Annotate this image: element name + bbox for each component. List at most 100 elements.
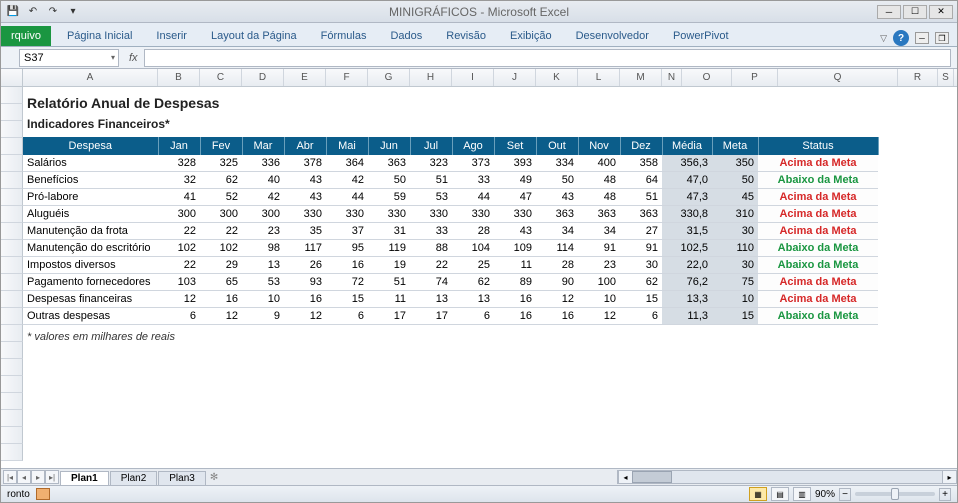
tab-dados[interactable]: Dados	[378, 26, 434, 46]
column-header[interactable]: B	[158, 69, 200, 86]
column-header[interactable]: G	[368, 69, 410, 86]
row-header[interactable]	[1, 172, 23, 189]
table-header: Status	[758, 137, 878, 155]
new-sheet-icon[interactable]: ✻	[210, 472, 218, 483]
sheet-tab[interactable]: Plan2	[110, 471, 158, 485]
help-icon[interactable]: ?	[893, 30, 909, 46]
minimize-button[interactable]: ─	[877, 5, 901, 19]
tab-nav-prev-icon[interactable]: ◂	[17, 470, 31, 484]
cell-value: 109	[494, 240, 536, 257]
tab-desenvolvedor[interactable]: Desenvolvedor	[564, 26, 661, 46]
column-header[interactable]: L	[578, 69, 620, 86]
window-min-icon[interactable]: ─	[915, 32, 929, 44]
formula-input[interactable]	[144, 49, 951, 67]
view-normal-icon[interactable]: ▦	[749, 487, 767, 501]
row-header[interactable]	[1, 240, 23, 257]
column-header[interactable]: S	[938, 69, 954, 86]
fx-icon[interactable]: fx	[129, 52, 138, 64]
column-header[interactable]: H	[410, 69, 452, 86]
row-header[interactable]	[1, 189, 23, 206]
column-header[interactable]: M	[620, 69, 662, 86]
row-header[interactable]	[1, 87, 23, 104]
table-header: Jun	[368, 137, 410, 155]
column-header[interactable]: R	[898, 69, 938, 86]
row-header[interactable]	[1, 257, 23, 274]
table-header: Nov	[578, 137, 620, 155]
cell-value: 27	[620, 223, 662, 240]
sheet-tab[interactable]: Plan1	[60, 471, 109, 485]
view-layout-icon[interactable]: ▤	[771, 487, 789, 501]
row-header[interactable]	[1, 325, 23, 342]
column-header[interactable]: F	[326, 69, 368, 86]
row-header[interactable]	[1, 223, 23, 240]
cell-value: 62	[620, 274, 662, 291]
tab-powerpivot[interactable]: PowerPivot	[661, 26, 741, 46]
column-header[interactable]: O	[682, 69, 732, 86]
view-pagebreak-icon[interactable]: ▥	[793, 487, 811, 501]
select-all-corner[interactable]	[1, 69, 23, 87]
tab-nav-last-icon[interactable]: ▸|	[45, 470, 59, 484]
tab-fórmulas[interactable]: Fórmulas	[309, 26, 379, 46]
redo-icon[interactable]: ↷	[45, 4, 61, 20]
row-header[interactable]	[1, 206, 23, 223]
tab-nav-next-icon[interactable]: ▸	[31, 470, 45, 484]
row-header[interactable]	[1, 104, 23, 121]
horizontal-scrollbar[interactable]: ◂ ▸	[617, 470, 957, 484]
tab-nav-first-icon[interactable]: |◂	[3, 470, 17, 484]
column-header[interactable]: E	[284, 69, 326, 86]
column-header[interactable]: J	[494, 69, 536, 86]
column-header[interactable]: D	[242, 69, 284, 86]
cells-area[interactable]: Relatório Anual de Despesas Indicadores …	[23, 87, 957, 343]
tab-layout-da-página[interactable]: Layout da Página	[199, 26, 309, 46]
scroll-thumb[interactable]	[632, 471, 672, 483]
cell-value: 40	[242, 172, 284, 189]
undo-icon[interactable]: ↶	[25, 4, 41, 20]
name-box[interactable]: S37	[19, 49, 119, 67]
row-header[interactable]	[1, 427, 23, 444]
row-header[interactable]	[1, 444, 23, 461]
row-header[interactable]	[1, 410, 23, 427]
row-header[interactable]	[1, 155, 23, 172]
tab-página-inicial[interactable]: Página Inicial	[55, 26, 144, 46]
window-restore-icon[interactable]: ❐	[935, 32, 949, 44]
row-header[interactable]	[1, 308, 23, 325]
tab-file[interactable]: rquivo	[1, 26, 51, 46]
column-header[interactable]: I	[452, 69, 494, 86]
column-header[interactable]: Q	[778, 69, 898, 86]
column-header[interactable]: N	[662, 69, 682, 86]
tab-inserir[interactable]: Inserir	[144, 26, 199, 46]
scroll-left-icon[interactable]: ◂	[618, 471, 632, 483]
tab-revisão[interactable]: Revisão	[434, 26, 498, 46]
zoom-slider-thumb[interactable]	[891, 488, 899, 500]
tab-exibição[interactable]: Exibição	[498, 26, 564, 46]
row-header[interactable]	[1, 138, 23, 155]
row-header[interactable]	[1, 342, 23, 359]
column-header[interactable]: C	[200, 69, 242, 86]
row-header[interactable]	[1, 274, 23, 291]
row-header[interactable]	[1, 376, 23, 393]
cell-status: Abaixo da Meta	[758, 240, 878, 257]
scroll-right-icon[interactable]: ▸	[942, 471, 956, 483]
zoom-slider[interactable]	[855, 492, 935, 496]
row-header[interactable]	[1, 291, 23, 308]
row-header[interactable]	[1, 121, 23, 138]
maximize-button[interactable]: ☐	[903, 5, 927, 19]
macro-record-icon[interactable]	[36, 488, 50, 500]
column-header[interactable]: A	[23, 69, 158, 86]
cell-value: 336	[242, 155, 284, 172]
column-header[interactable]: K	[536, 69, 578, 86]
ribbon-minimize-icon[interactable]: ▽	[880, 33, 887, 44]
save-icon[interactable]: 💾	[5, 4, 21, 20]
cell-value: 12	[284, 308, 326, 325]
row-header[interactable]	[1, 359, 23, 376]
row-header[interactable]	[1, 393, 23, 410]
zoom-in-button[interactable]: +	[939, 488, 951, 501]
zoom-out-button[interactable]: −	[839, 488, 851, 501]
qat-dropdown-icon[interactable]: ▾	[65, 4, 81, 20]
table-row: Aluguéis30030030033033033033033033036336…	[23, 206, 878, 223]
sheet-tab[interactable]: Plan3	[158, 471, 206, 485]
column-header[interactable]: P	[732, 69, 778, 86]
worksheet[interactable]: ABCDEFGHIJKLMNOPQRS Relatório Anual de D…	[1, 69, 957, 468]
close-button[interactable]: ✕	[929, 5, 953, 19]
cell-value: 35	[284, 223, 326, 240]
